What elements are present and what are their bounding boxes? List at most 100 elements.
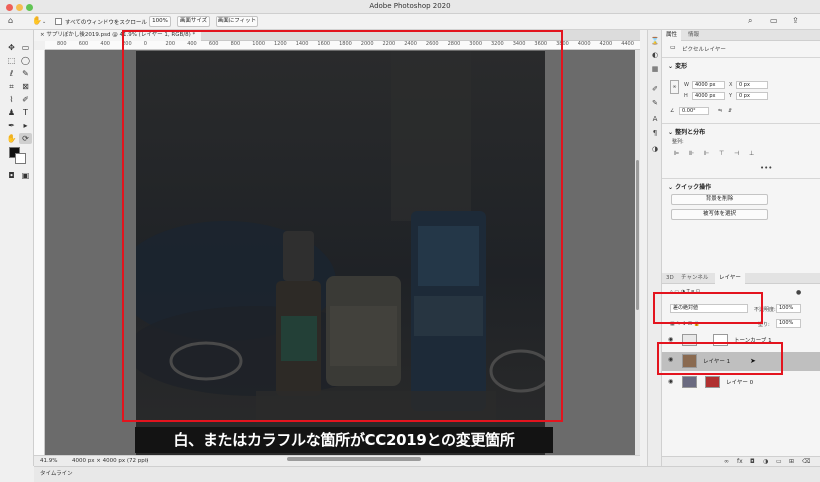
visibility-eye-icon[interactable]: ◉ bbox=[668, 378, 673, 385]
eyedropper-tool-icon[interactable]: ⌇ bbox=[5, 94, 18, 105]
vertical-ruler[interactable] bbox=[34, 50, 45, 455]
screen-mode-icon[interactable]: ▣ bbox=[19, 170, 32, 181]
align-title-text: 整列と分布 bbox=[675, 129, 706, 136]
layers-bottom-toolbar: ∞ fx ◘ ◑ ▭ ⊞ ⌫ bbox=[662, 456, 820, 466]
angle-field[interactable]: 0.00° bbox=[679, 107, 709, 115]
stamp-tool-icon[interactable]: ♟ bbox=[5, 107, 18, 118]
align-right-icon[interactable]: ⊩ bbox=[704, 150, 709, 157]
artboard-tool-icon[interactable]: ▭ bbox=[19, 42, 32, 53]
select-subject-button[interactable]: 被写体を選択 bbox=[671, 209, 768, 220]
opacity-field[interactable]: 100% bbox=[776, 304, 801, 313]
add-mask-icon[interactable]: ◘ bbox=[750, 458, 755, 465]
lasso-tool-icon[interactable]: ℓ bbox=[5, 68, 18, 79]
tab-channels[interactable]: チャンネル bbox=[677, 273, 712, 284]
brush-settings-icon[interactable]: ✐ bbox=[650, 84, 660, 94]
trash-icon[interactable]: ⌫ bbox=[802, 458, 810, 465]
frame-tool-icon[interactable]: ⊠ bbox=[19, 81, 32, 92]
layer-row-layer0[interactable]: ◉ レイヤー 0 bbox=[662, 374, 820, 390]
title-bar: Adobe Photoshop 2020 bbox=[0, 0, 820, 14]
tab-info[interactable]: 情報 bbox=[684, 30, 703, 41]
close-tab-icon[interactable]: × bbox=[40, 32, 45, 38]
quick-select-tool-icon[interactable]: ✎ bbox=[19, 68, 32, 79]
y-label: Y bbox=[729, 93, 733, 99]
flip-horizontal-icon[interactable]: ⇋ bbox=[718, 108, 722, 114]
ellipse-marquee-icon[interactable]: ◯ bbox=[19, 55, 32, 66]
ruler-tick-label: 4200 bbox=[599, 41, 613, 47]
paragraph-icon[interactable]: ¶ bbox=[650, 128, 660, 138]
align-label: 整列: bbox=[672, 139, 684, 145]
vertical-scrollbar[interactable] bbox=[635, 50, 640, 455]
workspace-icon[interactable]: ▭ bbox=[770, 16, 778, 25]
w-label: W bbox=[684, 82, 689, 88]
swatches-icon[interactable]: ▦ bbox=[650, 64, 660, 74]
group-icon[interactable]: ▭ bbox=[776, 458, 782, 465]
tab-properties[interactable]: 属性 bbox=[662, 30, 682, 41]
align-left-icon[interactable]: ⊫ bbox=[674, 150, 679, 157]
filter-toggle-icon[interactable]: ● bbox=[796, 289, 801, 296]
ruler-tick-label: 600 bbox=[78, 41, 89, 47]
y-field[interactable]: 0 px bbox=[736, 92, 768, 100]
width-field[interactable]: 4000 px bbox=[692, 81, 725, 89]
status-zoom[interactable]: 41.9% bbox=[40, 456, 57, 466]
x-field[interactable]: 0 px bbox=[736, 81, 768, 89]
brush-tool-icon[interactable]: ✐ bbox=[19, 94, 32, 105]
annotation-caption: 白、またはカラフルな箇所がCC2019との変更箇所 bbox=[135, 427, 553, 453]
new-layer-icon[interactable]: ⊞ bbox=[789, 458, 794, 465]
crop-tool-icon[interactable]: ⌗ bbox=[5, 81, 18, 92]
color-icon[interactable]: ◐ bbox=[650, 50, 660, 60]
chevron-down-icon[interactable]: ⌄ bbox=[42, 19, 46, 25]
adjustment-layer-icon[interactable]: ◑ bbox=[763, 458, 768, 465]
align-bottom-icon[interactable]: ⊥ bbox=[749, 150, 754, 157]
zoom-100-button[interactable]: 100% bbox=[149, 16, 171, 27]
rotate-view-tool-icon[interactable]: ⟳ bbox=[19, 133, 32, 144]
fill-field[interactable]: 100% bbox=[776, 319, 801, 328]
ruler-origin[interactable] bbox=[34, 41, 45, 50]
align-center-h-icon[interactable]: ⊪ bbox=[689, 150, 694, 157]
brushes-icon[interactable]: ✎ bbox=[650, 98, 660, 108]
background-color-swatch[interactable] bbox=[15, 153, 26, 164]
status-arrow-icon[interactable]: › bbox=[146, 456, 148, 466]
align-middle-v-icon[interactable]: ⊣ bbox=[734, 150, 739, 157]
adjustments-icon[interactable]: ◑ bbox=[650, 144, 660, 154]
height-field[interactable]: 4000 px bbox=[692, 92, 725, 100]
history-icon[interactable]: ⌛ bbox=[650, 36, 660, 46]
scroll-all-checkbox[interactable] bbox=[55, 18, 62, 25]
move-tool-icon[interactable]: ✥ bbox=[5, 42, 18, 53]
window-title: Adobe Photoshop 2020 bbox=[369, 2, 451, 10]
link-layers-icon[interactable]: ∞ bbox=[724, 458, 729, 465]
quick-mask-icon[interactable]: ◘ bbox=[5, 170, 18, 181]
align-section-title[interactable]: ⌄ 整列と分布 bbox=[668, 127, 705, 136]
remove-background-button[interactable]: 背景を削除 bbox=[671, 194, 768, 205]
vertical-scroll-thumb[interactable] bbox=[636, 160, 639, 310]
pen-tool-icon[interactable]: ✒ bbox=[5, 120, 18, 131]
hand-tool-icon[interactable]: ✋ bbox=[5, 133, 18, 144]
quick-actions-title[interactable]: ⌄ クイック操作 bbox=[668, 182, 711, 191]
type-tool-icon[interactable]: T bbox=[19, 107, 32, 118]
share-icon[interactable]: ⇪ bbox=[792, 16, 799, 25]
ruler-tick-label: 800 bbox=[57, 41, 67, 47]
horizontal-scroll-thumb[interactable] bbox=[287, 457, 421, 461]
fill-screen-button[interactable]: 画面にフィット bbox=[216, 16, 258, 27]
align-top-icon[interactable]: ⊤ bbox=[719, 150, 724, 157]
layer-name[interactable]: レイヤー 0 bbox=[726, 378, 753, 386]
more-options-icon[interactable]: ••• bbox=[760, 164, 772, 172]
options-bar: ⌂ ✋ ⌄ すべてのウィンドウをスクロール 100% 画面サイズ 画面にフィット… bbox=[0, 14, 820, 30]
flip-vertical-icon[interactable]: ⇵ bbox=[728, 108, 732, 114]
fx-icon[interactable]: fx bbox=[737, 458, 743, 465]
layer-mask-thumbnail[interactable] bbox=[705, 376, 720, 388]
character-icon[interactable]: A bbox=[650, 114, 660, 124]
path-select-icon[interactable]: ▸ bbox=[19, 120, 32, 131]
timeline-panel: タイムライン bbox=[34, 466, 820, 482]
timeline-tab[interactable]: タイムライン bbox=[40, 467, 73, 482]
hand-tool-icon[interactable]: ✋ bbox=[32, 16, 42, 25]
fit-screen-button[interactable]: 画面サイズ bbox=[177, 16, 210, 27]
panel-icon-strip: ⌛ ◐ ▦ ✐ ✎ A ¶ ◑ bbox=[647, 30, 662, 466]
transform-section-title[interactable]: ⌄ 変形 bbox=[668, 61, 687, 70]
tab-layers[interactable]: レイヤー bbox=[715, 273, 745, 284]
search-icon[interactable]: ⌕ bbox=[748, 16, 752, 26]
home-icon[interactable]: ⌂ bbox=[8, 16, 13, 25]
link-icon[interactable]: ∞ bbox=[670, 80, 679, 94]
properties-tabs: 属性 情報 bbox=[662, 30, 820, 41]
tab-3d[interactable]: 3D bbox=[662, 273, 678, 284]
marquee-tool-icon[interactable]: ⬚ bbox=[5, 55, 18, 66]
